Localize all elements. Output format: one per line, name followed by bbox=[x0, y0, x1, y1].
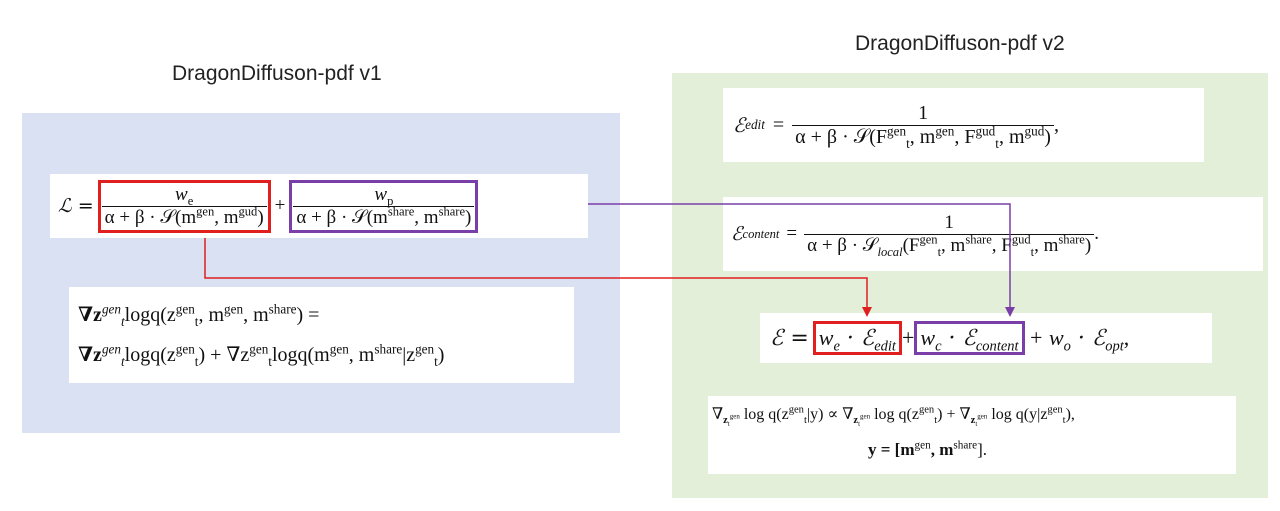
red-arrowhead bbox=[862, 307, 872, 317]
red-connector bbox=[204, 238, 868, 315]
purple-arrowhead bbox=[1005, 307, 1015, 317]
purple-connector bbox=[588, 203, 1011, 315]
connector-arrows bbox=[204, 203, 1015, 317]
